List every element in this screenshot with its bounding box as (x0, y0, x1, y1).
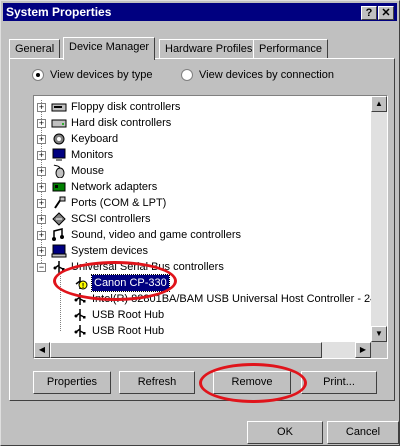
network-adapter-icon (52, 182, 66, 192)
tree-item-monitors[interactable]: Monitors (51, 147, 113, 163)
floppy-drive-icon (51, 103, 67, 112)
expand-icon[interactable]: + (37, 215, 46, 224)
system-properties-window: System Properties ? ✕ General Device Man… (0, 0, 400, 446)
radio-unselected-icon (181, 69, 193, 81)
expand-icon[interactable]: + (37, 103, 46, 112)
tab-performance[interactable]: Performance (253, 39, 328, 59)
usb-controller-icon (74, 293, 86, 305)
tab-general[interactable]: General (9, 39, 61, 59)
usb-hub-icon (74, 309, 86, 321)
vertical-scrollbar[interactable]: ▲ ▼ (371, 96, 387, 342)
view-by-type-label: View devices by type (50, 69, 153, 81)
radio-selected-icon (32, 69, 44, 81)
expand-icon[interactable]: + (37, 183, 46, 192)
cancel-button[interactable]: Cancel (327, 421, 399, 444)
view-by-connection-label: View devices by connection (199, 69, 334, 81)
scroll-left-arrow-icon[interactable]: ◀ (34, 342, 50, 358)
scroll-right-arrow-icon[interactable]: ▶ (355, 342, 371, 358)
monitor-icon (52, 148, 66, 161)
close-button[interactable]: ✕ (378, 6, 394, 20)
remove-button[interactable]: Remove (213, 371, 291, 394)
expand-icon[interactable]: + (37, 199, 46, 208)
tree-item-keyboard[interactable]: Keyboard (51, 131, 118, 147)
svg-text:!: ! (82, 283, 84, 290)
ok-button[interactable]: OK (247, 421, 323, 444)
tree-item-sound[interactable]: Sound, video and game controllers (51, 227, 241, 243)
selected-device-label: Canon CP-330 (91, 274, 170, 292)
tree-item-ports[interactable]: Ports (COM & LPT) (51, 195, 166, 211)
scroll-down-arrow-icon[interactable]: ▼ (371, 326, 387, 342)
tree-child-root-hub-1[interactable]: USB Root Hub (72, 307, 164, 323)
tab-hardware-profiles[interactable]: Hardware Profiles (159, 39, 259, 59)
scrollbar-corner (371, 342, 387, 358)
expand-icon[interactable]: + (37, 231, 46, 240)
usb-controller-icon (53, 261, 65, 273)
tree-item-mouse[interactable]: Mouse (51, 163, 104, 179)
window-title: System Properties (6, 5, 112, 19)
keyboard-icon (53, 133, 65, 145)
usb-hub-icon (74, 325, 86, 337)
view-by-type-radio[interactable]: View devices by type (32, 69, 153, 81)
properties-button[interactable]: Properties (33, 371, 111, 394)
tree-item-scsi[interactable]: SCSI controllers (51, 211, 150, 227)
title-bar: System Properties ? ✕ (3, 3, 397, 21)
tree-item-hard-disk[interactable]: Hard disk controllers (51, 115, 171, 131)
system-device-icon (51, 244, 67, 258)
port-icon (54, 196, 66, 209)
refresh-button[interactable]: Refresh (119, 371, 195, 394)
expand-icon[interactable]: + (37, 135, 46, 144)
tree-item-system[interactable]: System devices (51, 243, 148, 259)
tree-child-root-hub-2[interactable]: USB Root Hub (72, 323, 164, 339)
horizontal-scrollbar[interactable]: ◀ ▶ (34, 342, 371, 358)
expand-icon[interactable]: + (37, 119, 46, 128)
tree-child-intel-host[interactable]: Intel(R) 82801BA/BAM USB Universal Host … (72, 291, 376, 307)
expand-icon[interactable]: + (37, 151, 46, 160)
collapse-icon[interactable]: − (37, 263, 46, 272)
tab-device-manager[interactable]: Device Manager (63, 37, 156, 60)
scsi-controller-icon (52, 212, 66, 226)
print-button[interactable]: Print... (301, 371, 377, 394)
horizontal-scroll-thumb[interactable] (50, 342, 322, 358)
tree-child-canon[interactable]: ! Canon CP-330 (72, 274, 170, 292)
hard-disk-icon (51, 119, 67, 128)
tree-item-usb[interactable]: Universal Serial Bus controllers (51, 259, 224, 275)
tree-item-network[interactable]: Network adapters (51, 179, 157, 195)
tree-item-floppy[interactable]: Floppy disk controllers (51, 99, 180, 115)
expand-icon[interactable]: + (37, 167, 46, 176)
device-tree[interactable]: + Floppy disk controllers + Hard disk co… (33, 95, 388, 359)
mouse-icon (53, 164, 65, 178)
scroll-up-arrow-icon[interactable]: ▲ (371, 96, 387, 112)
sound-icon (52, 228, 64, 241)
help-button[interactable]: ? (361, 6, 377, 20)
expand-icon[interactable]: + (37, 247, 46, 256)
warning-device-icon: ! (75, 277, 88, 290)
view-by-connection-radio[interactable]: View devices by connection (181, 69, 334, 81)
